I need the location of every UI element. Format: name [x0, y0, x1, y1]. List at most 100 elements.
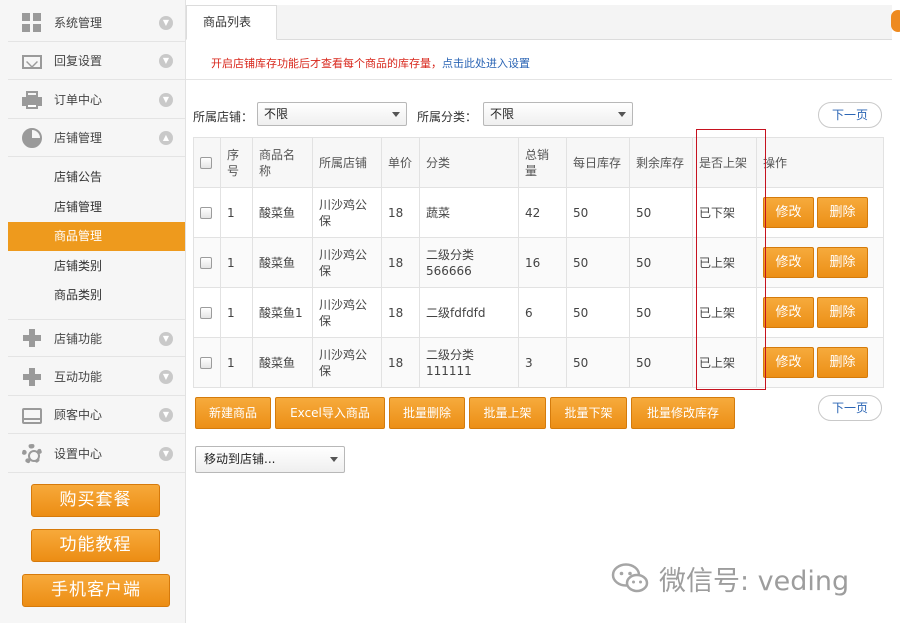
delete-button[interactable]: 删除 [817, 247, 868, 278]
category-filter-select[interactable]: 不限 [483, 102, 633, 126]
select-all-cell[interactable] [193, 137, 221, 188]
cell-remaining-stock: 50 [629, 237, 693, 288]
menu-label: 互动功能 [54, 370, 103, 384]
move-to-store-value: 移动到店铺... [204, 452, 276, 466]
chevron-up-icon[interactable]: ▲ [159, 131, 173, 145]
chevron-down-icon[interactable]: ▼ [159, 408, 173, 422]
tab-product-list[interactable]: 商品列表 [186, 5, 277, 40]
excel-import-button[interactable]: Excel导入商品 [275, 397, 385, 429]
plus-icon [22, 367, 42, 387]
chevron-down-icon[interactable]: ▼ [159, 332, 173, 346]
bulk-list-button[interactable]: 批量上架 [469, 397, 546, 429]
menu-store-management[interactable]: 店铺管理 ▲ [8, 119, 185, 157]
submenu-product-category[interactable]: 商品类别 [8, 281, 185, 310]
category-filter-value: 不限 [490, 107, 515, 121]
new-product-button[interactable]: 新建商品 [195, 397, 271, 429]
delete-button[interactable]: 删除 [817, 347, 868, 378]
edit-button[interactable]: 修改 [763, 297, 814, 328]
notice-text: 开启店铺库存功能后才查看每个商品的库存量， [211, 57, 442, 70]
row-checkbox[interactable] [200, 307, 212, 319]
edit-button[interactable]: 修改 [763, 347, 814, 378]
cell-actions: 修改 删除 [756, 337, 884, 388]
menu-order-center[interactable]: 订单中心 ▼ [8, 81, 185, 119]
store-link[interactable]: 川沙鸡公保 [312, 187, 382, 238]
submenu-store-management[interactable]: 店铺管理 [8, 193, 185, 222]
cell-category: 二级分类 566666 [419, 237, 519, 288]
edit-button[interactable]: 修改 [763, 197, 814, 228]
submenu-store-announcement[interactable]: 店铺公告 [8, 163, 185, 192]
store-link[interactable]: 川沙鸡公保 [312, 287, 382, 338]
product-name-link[interactable]: 酸菜鱼1 [252, 287, 313, 338]
menu-label: 系统管理 [54, 16, 103, 30]
table-header-row: 序号 商品名称 所属店铺 单价 分类 总销量 每日库存 剩余库存 是否上架 操作 [193, 137, 884, 188]
table-row: 1 酸菜鱼1 川沙鸡公保 18 二级fdfdfd 6 50 50 已上架 修改删… [193, 287, 884, 338]
cell-daily-stock: 50 [566, 187, 630, 238]
watermark: 微信号: veding [611, 558, 849, 598]
cell-actions: 修改 删除 [756, 237, 884, 288]
row-checkbox[interactable] [200, 207, 212, 219]
watermark-text: 微信号: veding [659, 565, 850, 597]
chevron-down-icon[interactable]: ▼ [159, 54, 173, 68]
notice-settings-link[interactable]: 点击此处进入设置 [442, 57, 530, 70]
store-link[interactable]: 川沙鸡公保 [312, 237, 382, 288]
next-page-button-bottom[interactable]: 下一页 [818, 395, 882, 421]
menu-system-management[interactable]: 系统管理 ▼ [8, 4, 185, 42]
select-all-checkbox[interactable] [200, 157, 212, 169]
cell-daily-stock: 50 [566, 287, 630, 338]
table-row: 1 酸菜鱼 川沙鸡公保 18 二级分类 566666 16 50 50 已上架 … [193, 237, 884, 288]
delete-button[interactable]: 删除 [817, 297, 868, 328]
menu-store-functions[interactable]: 店铺功能 ▼ [8, 319, 185, 357]
column-header: 分类 [419, 137, 519, 188]
menu-customer-center[interactable]: 顾客中心 ▼ [8, 396, 185, 434]
next-page-button-top[interactable]: 下一页 [818, 102, 882, 128]
wechat-icon [611, 563, 649, 593]
product-name-link[interactable]: 酸菜鱼 [252, 337, 313, 388]
cell-actions: 修改 删除 [756, 187, 884, 238]
cell-sales: 6 [518, 287, 567, 338]
store-link[interactable]: 川沙鸡公保 [312, 337, 382, 388]
cell-daily-stock: 50 [566, 337, 630, 388]
product-name-link[interactable]: 酸菜鱼 [252, 237, 313, 288]
menu-interactive-functions[interactable]: 互动功能 ▼ [8, 358, 185, 396]
store-filter-value: 不限 [264, 107, 289, 121]
edit-button[interactable]: 修改 [763, 247, 814, 278]
submenu-product-management[interactable]: 商品管理 [8, 222, 185, 251]
bulk-delete-button[interactable]: 批量删除 [389, 397, 465, 429]
submenu-store-category[interactable]: 店铺类别 [8, 252, 185, 281]
sidebar: 系统管理 ▼ 回复设置 ▼ 订单中心 ▼ 店铺管理 ▲ 店铺公告 店铺管理 商品… [0, 0, 186, 623]
store-filter-label: 所属店铺： [193, 110, 254, 124]
column-header: 总销量 [518, 137, 567, 188]
move-to-store-select[interactable]: 移动到店铺... [195, 446, 345, 473]
buy-package-button[interactable]: 购买套餐 [31, 484, 160, 517]
caret-down-icon [330, 457, 338, 462]
delete-button[interactable]: 删除 [817, 197, 868, 228]
tutorial-button[interactable]: 功能教程 [31, 529, 160, 562]
chevron-down-icon[interactable]: ▼ [159, 16, 173, 30]
menu-reply-settings[interactable]: 回复设置 ▼ [8, 42, 185, 80]
product-name-link[interactable]: 酸菜鱼 [252, 187, 313, 238]
chevron-down-icon[interactable]: ▼ [159, 447, 173, 461]
chevron-down-icon[interactable]: ▼ [159, 93, 173, 107]
menu-label: 店铺功能 [54, 331, 103, 346]
row-checkbox[interactable] [200, 357, 212, 369]
column-header: 序号 [220, 137, 253, 188]
bulk-delist-button[interactable]: 批量下架 [550, 397, 627, 429]
caret-down-icon [618, 112, 626, 117]
mobile-client-button[interactable]: 手机客户端 [22, 574, 170, 607]
cell-status: 已上架 [692, 237, 757, 288]
bulk-edit-stock-button[interactable]: 批量修改库存 [631, 397, 735, 429]
product-table: 序号 商品名称 所属店铺 单价 分类 总销量 每日库存 剩余库存 是否上架 操作… [193, 137, 884, 388]
cell-remaining-stock: 50 [629, 187, 693, 238]
chevron-down-icon[interactable]: ▼ [159, 370, 173, 384]
column-header: 单价 [381, 137, 420, 188]
cell-no: 1 [220, 187, 253, 238]
gear-icon [22, 443, 42, 464]
stock-notice: 开启店铺库存功能后才查看每个商品的库存量，点击此处进入设置 [211, 55, 530, 71]
cell-sales: 16 [518, 237, 567, 288]
cell-no: 1 [220, 337, 253, 388]
store-filter-select[interactable]: 不限 [257, 102, 407, 126]
row-checkbox[interactable] [200, 257, 212, 269]
cell-price: 18 [381, 187, 420, 238]
menu-settings-center[interactable]: 设置中心 ▼ [8, 435, 185, 473]
cell-no: 1 [220, 237, 253, 288]
